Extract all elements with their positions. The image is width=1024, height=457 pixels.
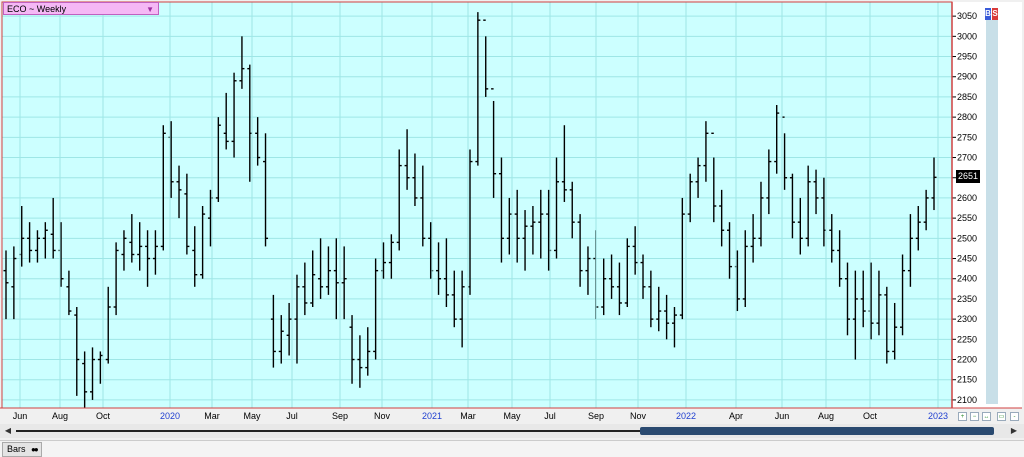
minus-icon[interactable]: - [1010, 412, 1019, 421]
last-price-badge: 2651 [956, 170, 980, 183]
bars-tab-label: Bars [7, 444, 26, 454]
buy-button[interactable]: B [985, 8, 991, 20]
bars-tab[interactable]: Bars ●● [2, 442, 42, 457]
zoom-in-icon[interactable]: + [958, 412, 967, 421]
plot-area [2, 2, 952, 408]
x-tick-label: Mar [204, 411, 220, 421]
status-bar: Bars ●● [0, 440, 1024, 457]
scroll-left-icon[interactable]: ◀ [2, 426, 14, 436]
x-tick-label: 2023 [928, 411, 948, 421]
y-tick-label: 2550 [957, 213, 977, 223]
zoom-out-icon[interactable]: − [970, 412, 979, 421]
horizontal-scrollbar[interactable]: ◀ ▶ [0, 424, 1024, 438]
y-tick-label: 2600 [957, 193, 977, 203]
x-tick-label: Jul [544, 411, 556, 421]
x-tick-label: Jul [286, 411, 298, 421]
symbol-selector[interactable]: ECO ~ Weekly ▼ [3, 2, 159, 15]
triangle-down-icon[interactable]: ▼ [146, 3, 154, 16]
sell-button[interactable]: S [992, 8, 998, 20]
x-tick-label: Sep [588, 411, 604, 421]
y-tick-label: 2900 [957, 72, 977, 82]
y-tick-label: 2950 [957, 52, 977, 62]
x-tick-label: 2022 [676, 411, 696, 421]
y-tick-label: 2300 [957, 314, 977, 324]
x-tick-label: Apr [729, 411, 743, 421]
scroll-thumb[interactable] [640, 427, 994, 435]
x-tick-label: May [243, 411, 261, 421]
y-tick-label: 2400 [957, 274, 977, 284]
y-tick-label: 2100 [957, 395, 977, 405]
y-tick-label: 2750 [957, 132, 977, 142]
x-tick-label: Oct [96, 411, 111, 421]
x-tick-label: Oct [863, 411, 878, 421]
x-tick-label: Sep [332, 411, 348, 421]
y-tick-label: 2250 [957, 334, 977, 344]
y-tick-label: 3000 [957, 31, 977, 41]
y-tick-label: 2800 [957, 112, 977, 122]
y-tick-label: 2850 [957, 92, 977, 102]
x-tick-label: Aug [818, 411, 834, 421]
y-tick-label: 2150 [957, 375, 977, 385]
fit-icon[interactable]: ↔ [982, 412, 991, 421]
y-tick-label: 2200 [957, 355, 977, 365]
expand-icon[interactable]: ▭ [997, 412, 1006, 421]
x-tick-label: Jun [13, 411, 28, 421]
x-tick-label: Nov [374, 411, 391, 421]
y-tick-label: 2500 [957, 233, 977, 243]
x-tick-label: Mar [460, 411, 476, 421]
link-icon: ●● [31, 445, 39, 454]
y-tick-label: 3050 [957, 11, 977, 21]
y-tick-label: 2350 [957, 294, 977, 304]
x-tick-label: 2021 [422, 411, 442, 421]
y-tick-label: 2450 [957, 254, 977, 264]
y-tick-label: 2700 [957, 153, 977, 163]
axis-scroll-strip [986, 20, 998, 404]
x-tick-label: Jun [775, 411, 790, 421]
x-tick-label: Nov [630, 411, 647, 421]
x-tick-label: 2020 [160, 411, 180, 421]
x-tick-label: Aug [52, 411, 68, 421]
price-chart[interactable]: 2100 2150 2200 2250 2300 2350 2400 2450 2500 2550… [0, 0, 1024, 424]
scroll-right-icon[interactable]: ▶ [1008, 426, 1020, 436]
x-tick-label: May [503, 411, 521, 421]
chart-title: ECO ~ Weekly [7, 4, 67, 14]
